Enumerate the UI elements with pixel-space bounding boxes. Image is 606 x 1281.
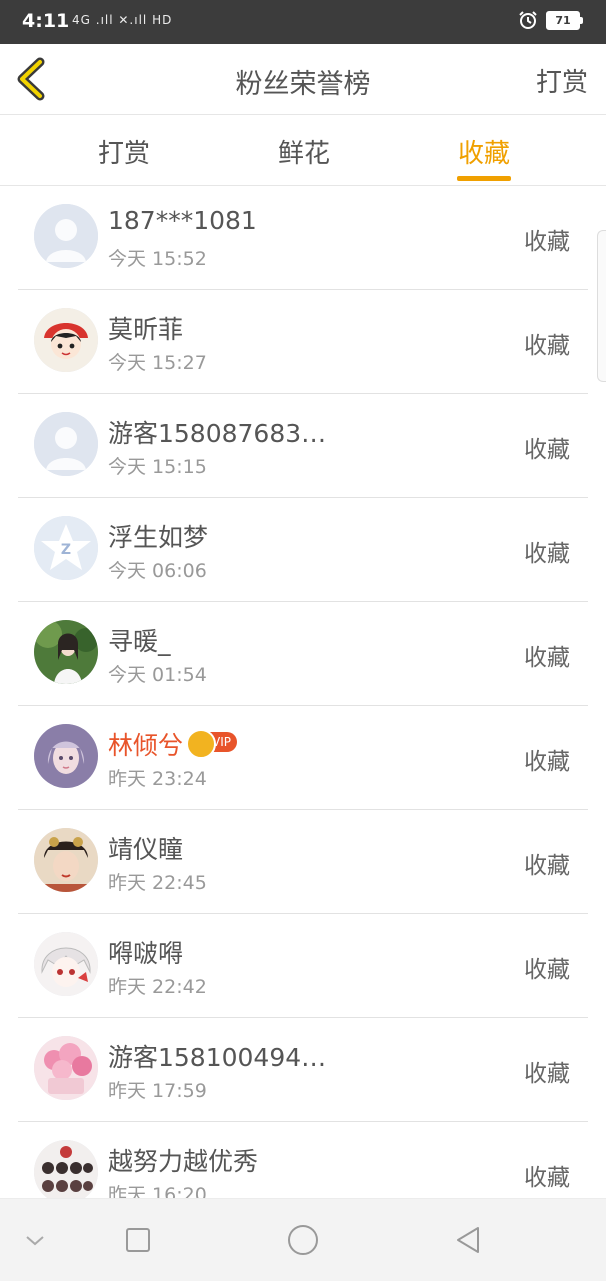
list-item[interactable]: 越努力越优秀 昨天 16:20 收藏 — [18, 1122, 588, 1198]
avatar — [34, 1036, 98, 1100]
user-name: 游客1580876830... — [108, 419, 338, 448]
page-title: 粉丝荣誉榜 — [235, 69, 371, 100]
qq-star-avatar: Z — [34, 516, 98, 580]
tab-flowers[interactable]: 鲜花 — [244, 133, 364, 170]
svg-text:Z: Z — [61, 542, 71, 558]
list-item[interactable]: 莫昕菲 今天 15:27 收藏 — [18, 290, 588, 394]
anime-avatar — [34, 932, 98, 996]
timestamp: 昨天 17:59 — [108, 1080, 207, 1102]
user-name: 浮生如梦 — [108, 523, 209, 552]
favorite-label: 收藏 — [524, 1061, 570, 1087]
square-recent-icon — [126, 1228, 150, 1252]
crown-icon — [186, 729, 216, 759]
user-name: 靖仪瞳 — [108, 835, 184, 864]
default-avatar-icon — [34, 412, 98, 476]
list-item[interactable]: 游客1581004947... 昨天 17:59 收藏 — [18, 1018, 588, 1122]
system-nav-bar — [0, 1198, 606, 1281]
group-photo-avatar — [34, 1140, 98, 1198]
favorite-label: 收藏 — [524, 645, 570, 671]
list-item[interactable]: Z 浮生如梦 今天 06:06 收藏 — [18, 498, 588, 602]
avatar — [34, 932, 98, 996]
list-item[interactable]: 游客1580876830... 今天 15:15 收藏 — [18, 394, 588, 498]
timestamp: 昨天 23:24 — [108, 768, 207, 790]
scrollbar[interactable] — [597, 230, 606, 382]
avatar — [34, 724, 98, 788]
list-item[interactable]: 靖仪瞳 昨天 22:45 收藏 — [18, 810, 588, 914]
timestamp: 今天 06:06 — [108, 560, 207, 582]
avatar — [34, 412, 98, 476]
nav-collapse-button[interactable] — [18, 1223, 52, 1257]
nav-recent-button[interactable] — [121, 1223, 155, 1257]
timestamp: 今天 15:52 — [108, 248, 207, 270]
flower-avatar — [34, 1036, 98, 1100]
timestamp: 昨天 16:20 — [108, 1184, 207, 1198]
user-name: 嘚啵嘚 — [108, 939, 184, 968]
circle-home-icon — [288, 1225, 318, 1255]
favorite-label: 收藏 — [524, 541, 570, 567]
favorite-label: 收藏 — [524, 333, 570, 359]
app-header: 粉丝荣誉榜 打赏 — [0, 44, 606, 115]
battery-level: 71 — [555, 13, 571, 27]
nav-back-button[interactable] — [452, 1223, 486, 1257]
triangle-back-icon — [457, 1227, 479, 1253]
photo-avatar — [34, 724, 98, 788]
timestamp: 今天 15:27 — [108, 352, 207, 374]
status-icons: 71 — [518, 10, 583, 30]
photo-avatar — [34, 620, 98, 684]
default-avatar-icon — [34, 204, 98, 268]
favorite-label: 收藏 — [524, 853, 570, 879]
user-name: 寻暖_ — [108, 627, 171, 656]
avatar — [34, 308, 98, 372]
timestamp: 昨天 22:45 — [108, 872, 207, 894]
battery-icon: 71 — [546, 10, 583, 30]
timestamp: 今天 15:15 — [108, 456, 207, 478]
nav-home-button[interactable] — [286, 1223, 320, 1257]
list-item[interactable]: 嘚啵嘚 昨天 22:42 收藏 — [18, 914, 588, 1018]
chevron-down-icon — [26, 1236, 44, 1246]
user-name: 187***1081 — [108, 206, 257, 235]
favorite-label: 收藏 — [524, 1165, 570, 1191]
reward-button[interactable]: 打赏 — [536, 62, 588, 99]
favorite-label: 收藏 — [524, 957, 570, 983]
timestamp: 昨天 22:42 — [108, 976, 207, 998]
tab-reward[interactable]: 打赏 — [64, 133, 184, 170]
avatar — [34, 1140, 98, 1198]
cartoon-avatar — [34, 308, 98, 372]
favorite-label: 收藏 — [524, 229, 570, 255]
user-name: 越努力越优秀 — [108, 1147, 259, 1176]
user-name: 游客1581004947... — [108, 1043, 338, 1072]
active-tab-indicator — [457, 176, 511, 181]
tab-favorites[interactable]: 收藏 — [424, 133, 544, 170]
alarm-icon — [519, 11, 537, 29]
avatar — [34, 204, 98, 268]
avatar — [34, 828, 98, 892]
list-item[interactable]: 187***1081 今天 15:52 收藏 — [18, 186, 588, 290]
fan-list: 187***1081 今天 15:52 收藏 莫昕菲 今天 15:27 收藏 游… — [0, 186, 606, 1198]
timestamp: 今天 01:54 — [108, 664, 207, 686]
favorite-label: 收藏 — [524, 437, 570, 463]
favorite-label: 收藏 — [524, 749, 570, 775]
photo-avatar — [34, 828, 98, 892]
status-bar: 4:11 4G .ıll ✕.ıll HD 71 — [0, 0, 606, 44]
network-indicator: 4G .ıll ✕.ıll HD — [72, 13, 173, 27]
vip-badge: VIP — [186, 729, 237, 759]
avatar — [34, 620, 98, 684]
tab-bar: 打赏 鲜花 收藏 — [0, 115, 606, 186]
user-name: 莫昕菲 — [108, 315, 184, 344]
avatar: Z — [34, 516, 98, 580]
status-time: 4:11 — [22, 10, 70, 32]
list-item[interactable]: 寻暖_ 今天 01:54 收藏 — [18, 602, 588, 706]
user-name: 林倾兮 — [108, 731, 184, 760]
list-item[interactable]: 林倾兮 VIP 昨天 23:24 收藏 — [18, 706, 588, 810]
